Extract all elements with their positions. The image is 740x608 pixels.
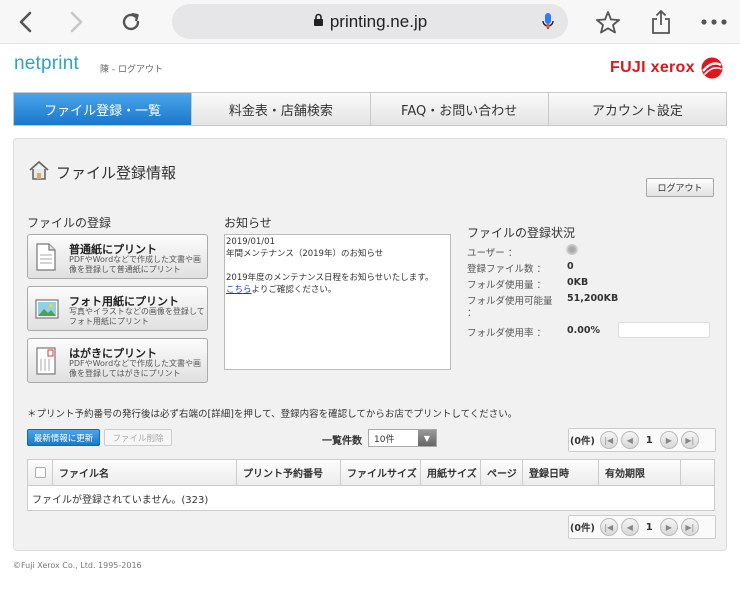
postcard-description: PDFやWordなどで作成した文書や画像を登録してはがきにプリント	[69, 359, 201, 378]
select-all-cell	[28, 460, 52, 485]
folder-capacity-value: 51,200KB	[567, 293, 619, 304]
folder-capacity-label: フォルダ使用可能量	[467, 296, 553, 307]
pager-count: (0件)	[570, 523, 595, 534]
xerox-sphere-icon	[701, 57, 723, 79]
user-line: 陳 - ログアウト	[100, 62, 163, 75]
folder-used-label: フォルダ使用量 ：	[467, 280, 547, 291]
pager-top: (0件) |◀ ◀ 1 ▶ ▶|	[568, 429, 716, 451]
delete-file-button[interactable]: ファイル削除	[104, 429, 172, 446]
news-title: 年間メンテナンス（2019年）のお知らせ	[226, 249, 384, 259]
url-text: printing.ne.jp	[329, 11, 428, 31]
col-registered-at[interactable]: 登録日時	[522, 460, 598, 485]
col-reservation-number[interactable]: プリント予約番号	[236, 460, 340, 485]
page-title: ファイル登録情報	[28, 159, 176, 185]
file-table: ファイル名 プリント予約番号 ファイルサイズ 用紙サイズ ページ 登録日時 有効…	[27, 459, 715, 511]
chevron-left-icon[interactable]	[10, 7, 40, 37]
page-title-text: ファイル登録情報	[56, 163, 177, 182]
star-icon[interactable]	[593, 7, 623, 37]
plain-paper-description: PDFやWordなどで作成した文書や画像を登録して普通紙にプリント	[69, 255, 201, 274]
page-number: 1	[645, 434, 653, 446]
home-icon	[28, 159, 50, 185]
news-date: 2019/01/01	[226, 237, 275, 247]
lock-icon	[313, 12, 324, 31]
register-heading: ファイルの登録	[27, 216, 112, 230]
table-empty-row: ファイルが登録されていません。(323)	[32, 494, 209, 506]
print-notice: ＊プリント予約番号の発行後は必ず右端の[詳細]を押して、登録内容を確認してからお…	[27, 409, 518, 420]
next-page-icon[interactable]: ▶	[659, 518, 678, 536]
prev-page-icon[interactable]: ◀	[620, 431, 639, 449]
copyright: ©Fuji Xerox Co., Ltd. 1995-2016	[13, 561, 142, 570]
usage-rate-value: 0.00%	[567, 325, 600, 336]
netprint-logo[interactable]: netprint	[14, 53, 79, 75]
fuji-xerox-logo-text: FUJI xerox	[610, 59, 695, 76]
reload-icon[interactable]	[116, 7, 146, 37]
select-all-checkbox[interactable]	[35, 467, 46, 478]
header-logout-link[interactable]: ログアウト	[118, 65, 163, 75]
next-page-icon[interactable]: ▶	[659, 431, 678, 449]
tab-pricing-store-search[interactable]: 料金表・店舗検索	[191, 93, 370, 125]
folder-used-value: 0KB	[567, 277, 589, 288]
main-panel: ファイル登録情報 ログアウト ファイルの登録 普通紙にプリント PDFやWord…	[13, 138, 727, 551]
file-count-value: 0	[567, 261, 574, 272]
pager-bottom: (0件) |◀ ◀ 1 ▶ ▶|	[568, 516, 716, 538]
browser-toolbar: printing.ne.jp	[0, 0, 740, 44]
fuji-xerox-logo: FUJI xerox	[610, 56, 724, 80]
col-file-size[interactable]: ファイルサイズ	[340, 460, 420, 485]
news-link[interactable]: こちら	[226, 285, 252, 295]
per-page-select[interactable]: 10件 ▼	[368, 429, 437, 447]
news-link-line: こちらよりご確認ください。	[226, 284, 449, 296]
pager-count: (0件)	[570, 436, 595, 447]
usage-rate-label: フォルダ使用率 ：	[467, 328, 547, 339]
refresh-button[interactable]: 最新情報に更新	[27, 429, 100, 446]
news-heading: お知らせ	[224, 216, 272, 230]
avatar	[566, 244, 578, 255]
news-link-suffix: よりご確認ください。	[251, 285, 337, 295]
col-pages[interactable]: ページ	[480, 460, 522, 485]
chevron-right-icon[interactable]	[62, 7, 92, 37]
user-name: 陳	[100, 65, 110, 75]
main-tabs: ファイル登録・一覧 料金表・店舗検索 FAQ・お問い合わせ アカウント設定	[13, 92, 727, 126]
page-number: 1	[645, 521, 653, 533]
last-page-icon[interactable]: ▶|	[680, 431, 699, 449]
folder-capacity-colon: ：	[467, 308, 477, 319]
share-icon[interactable]	[646, 7, 676, 37]
plain-paper-print-button[interactable]: 普通紙にプリント PDFやWordなどで作成した文書や画像を登録して普通紙にプリ…	[27, 234, 208, 279]
prev-page-icon[interactable]: ◀	[620, 518, 639, 536]
status-heading: ファイルの登録状況	[467, 226, 576, 240]
news-body: 2019年度のメンテナンス日程をお知らせいたします。	[226, 273, 434, 283]
postcard-print-button[interactable]: はがきにプリント PDFやWordなどで作成した文書や画像を登録してはがきにプリ…	[27, 338, 208, 383]
file-count-label: 登録ファイル数 ：	[467, 264, 547, 275]
chevron-down-icon: ▼	[418, 430, 436, 446]
photo-paper-print-button[interactable]: フォト用紙にプリント 写真やイラストなどの画像を登録してフォト用紙にプリント	[27, 286, 208, 331]
per-page-value: 10件	[374, 434, 395, 445]
tab-account-settings[interactable]: アカウント設定	[547, 93, 726, 125]
tab-faq-contact[interactable]: FAQ・お問い合わせ	[369, 93, 548, 125]
usage-rate-bar	[618, 322, 710, 338]
first-page-icon[interactable]: |◀	[599, 431, 618, 449]
photo-icon	[35, 295, 59, 323]
address-bar[interactable]: printing.ne.jp	[172, 4, 568, 39]
tab-file-registration[interactable]: ファイル登録・一覧	[14, 93, 192, 125]
microphone-icon[interactable]	[542, 12, 554, 35]
first-page-icon[interactable]: |◀	[599, 518, 618, 536]
more-dots-icon[interactable]	[699, 7, 729, 37]
user-label: ユーザー ：	[467, 248, 518, 259]
col-file-name[interactable]: ファイル名	[52, 460, 236, 485]
per-page-label: 一覧件数	[322, 436, 362, 447]
table-header: ファイル名 プリント予約番号 ファイルサイズ 用紙サイズ ページ 登録日時 有効…	[28, 460, 714, 486]
logout-button[interactable]: ログアウト	[646, 178, 714, 197]
news-box[interactable]: 2019/01/01 年間メンテナンス（2019年）のお知らせ 2019年度のメ…	[224, 234, 451, 370]
col-expiry[interactable]: 有効期限	[598, 460, 680, 485]
separator: -	[109, 65, 118, 75]
col-actions	[680, 460, 714, 485]
col-paper-size[interactable]: 用紙サイズ	[420, 460, 480, 485]
document-icon	[35, 243, 57, 271]
photo-paper-description: 写真やイラストなどの画像を登録してフォト用紙にプリント	[69, 307, 205, 326]
postcard-icon	[35, 347, 57, 375]
last-page-icon[interactable]: ▶|	[680, 518, 699, 536]
